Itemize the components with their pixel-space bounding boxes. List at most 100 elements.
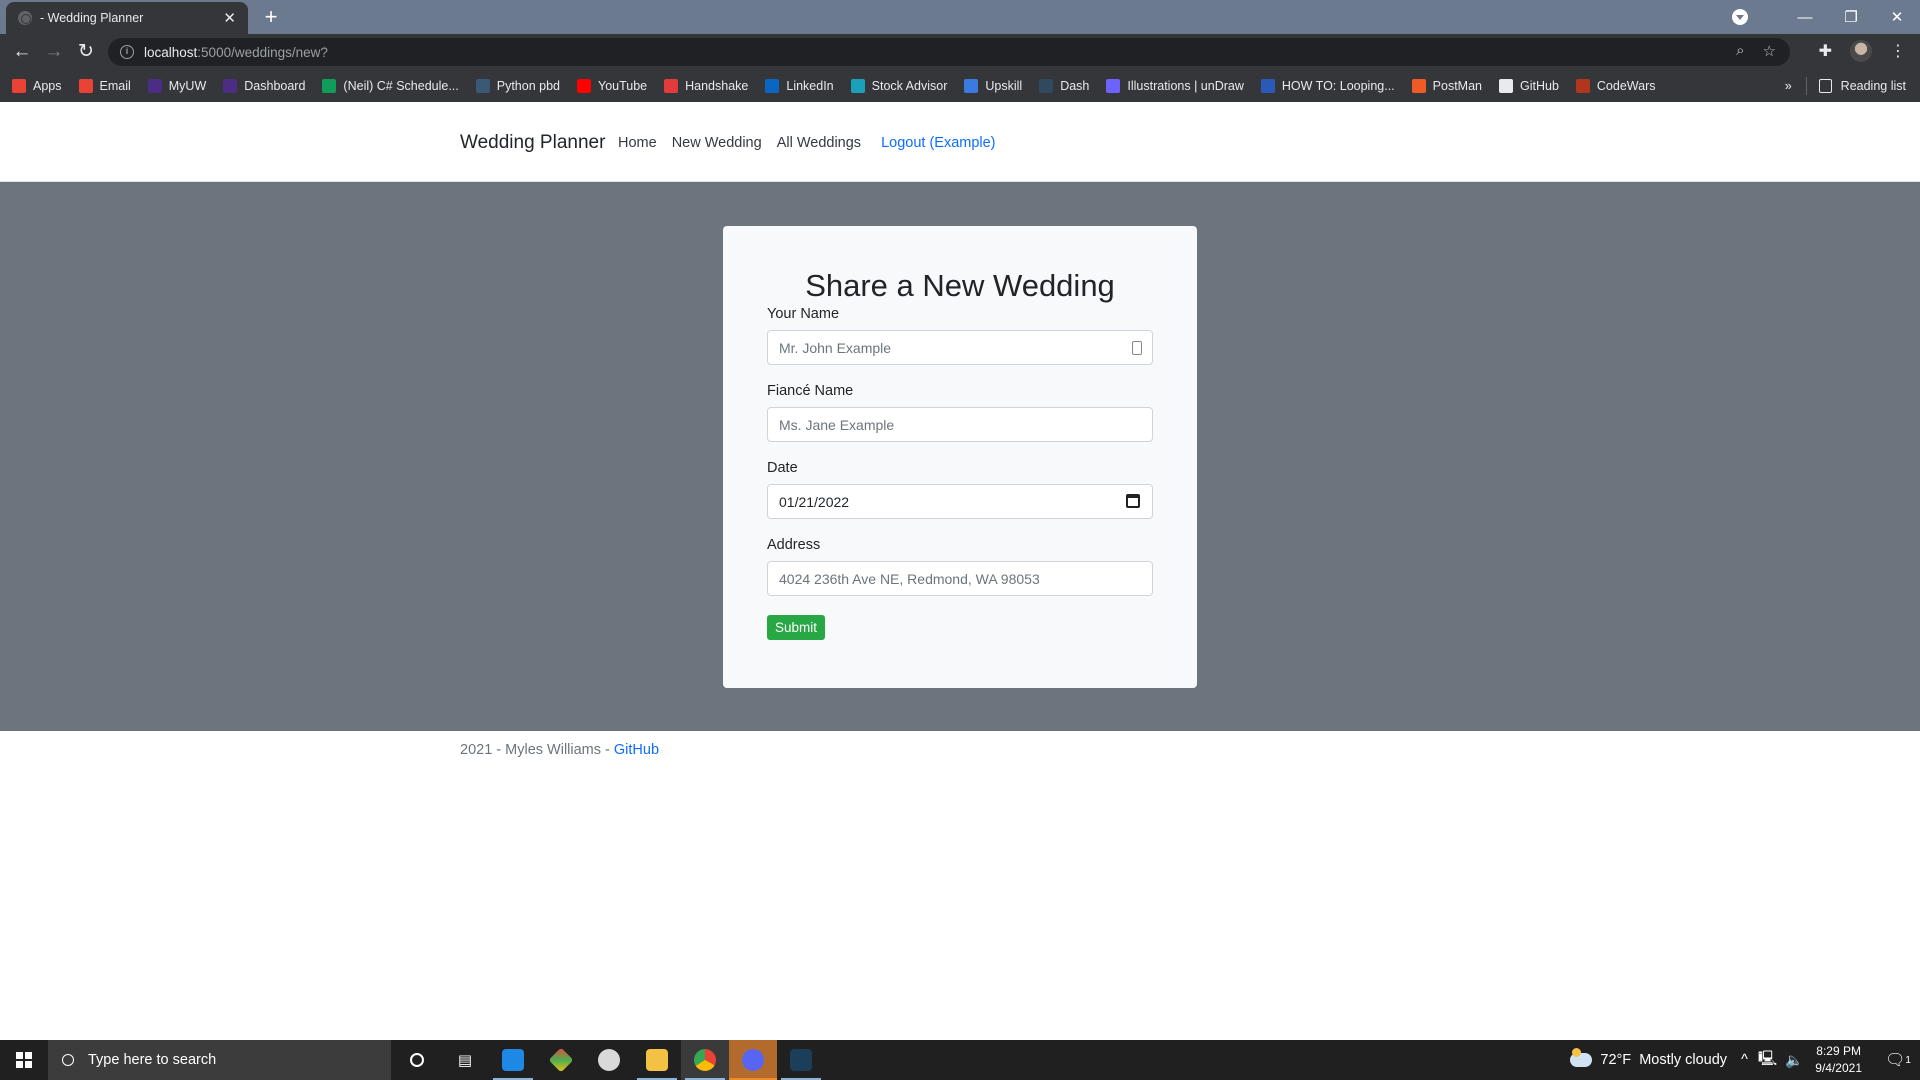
your-name-input[interactable] bbox=[779, 339, 1141, 356]
bookmark-item[interactable]: Stock Advisor bbox=[850, 79, 947, 93]
volume-icon[interactable]: 🔈 bbox=[1785, 1052, 1803, 1069]
extensions-puzzle-icon[interactable]: ✚ bbox=[1819, 41, 1832, 61]
autofill-contact-icon[interactable] bbox=[1132, 341, 1142, 355]
footer-text: 2021 - Myles Williams - bbox=[460, 742, 614, 758]
bookmark-item[interactable]: MyUW bbox=[147, 79, 206, 93]
bookmark-label: Email bbox=[99, 79, 131, 93]
bookmark-item[interactable]: Python pbd bbox=[475, 79, 560, 93]
bookmarks-bar: Apps Email MyUW Dashboard (Neil) C# Schedule… bbox=[0, 70, 1920, 102]
footer-github-link[interactable]: GitHub bbox=[614, 742, 659, 758]
bookmark-label: GitHub bbox=[1520, 79, 1559, 93]
gmail-icon bbox=[78, 79, 93, 93]
python-icon bbox=[475, 79, 490, 93]
youtube-icon bbox=[577, 79, 591, 93]
taskbar-search[interactable]: Type here to search bbox=[48, 1040, 391, 1080]
network-icon[interactable]: 🖳 bbox=[1758, 1048, 1777, 1073]
form-title: Share a New Wedding bbox=[805, 268, 1115, 303]
bookmark-label: Dashboard bbox=[244, 79, 306, 93]
bookmark-item[interactable]: CodeWars bbox=[1575, 79, 1656, 93]
bookmark-item[interactable]: Upskill bbox=[964, 79, 1022, 93]
clock[interactable]: 8:29 PM 9/4/2021 bbox=[1815, 1043, 1862, 1077]
taskbar-snip[interactable] bbox=[585, 1040, 633, 1080]
zoom-icon[interactable]: ⌕ bbox=[1736, 42, 1744, 60]
system-tray: 72°F Mostly cloudy ^ 🖳 🔈 8:29 PM 9/4/202… bbox=[1570, 1040, 1920, 1080]
bookmark-item[interactable]: Handshake bbox=[664, 79, 748, 93]
calendar-icon[interactable] bbox=[1126, 494, 1140, 508]
nav-home[interactable]: Home bbox=[618, 135, 657, 151]
discord-icon bbox=[742, 1049, 764, 1071]
windows-logo-icon bbox=[16, 1052, 32, 1068]
reload-icon[interactable]: ↻ bbox=[74, 40, 98, 64]
more-bookmarks-chevron[interactable]: » bbox=[1785, 79, 1792, 93]
date-input-wrapper bbox=[767, 484, 1153, 519]
taskbar-vscode[interactable] bbox=[489, 1040, 537, 1080]
nav-new-wedding[interactable]: New Wedding bbox=[672, 135, 762, 151]
minimize-button[interactable]: — bbox=[1782, 9, 1828, 26]
profile-dropdown-icon[interactable] bbox=[1732, 9, 1748, 25]
vscode-icon bbox=[502, 1049, 524, 1071]
site-navbar: Wedding Planner Home New Wedding All Wed… bbox=[0, 102, 1920, 182]
action-center-button[interactable]: 🗨 1 bbox=[1876, 1040, 1920, 1080]
bookmark-item[interactable]: LinkedIn bbox=[765, 79, 834, 93]
profile-avatar[interactable] bbox=[1850, 40, 1872, 62]
forward-arrow-icon[interactable]: → bbox=[42, 40, 66, 64]
bookmark-label: LinkedIn bbox=[786, 79, 834, 93]
bookmark-item[interactable]: (Neil) C# Schedule... bbox=[322, 79, 459, 93]
taskbar-file-explorer[interactable] bbox=[633, 1040, 681, 1080]
bookmark-item[interactable]: YouTube bbox=[577, 79, 647, 93]
mysql-workbench-icon bbox=[790, 1049, 812, 1071]
tab-close-icon[interactable]: ✕ bbox=[223, 9, 236, 27]
bookmark-item[interactable]: GitHub bbox=[1499, 79, 1559, 93]
dash-icon bbox=[1039, 79, 1054, 93]
bookmark-label: PostMan bbox=[1432, 79, 1482, 93]
fiance-name-input[interactable] bbox=[779, 416, 1141, 433]
chrome-icon bbox=[694, 1049, 716, 1071]
taskbar-git-kraken[interactable] bbox=[537, 1040, 585, 1080]
bookmark-item[interactable]: Dash bbox=[1039, 79, 1089, 93]
git-app-icon bbox=[548, 1047, 574, 1073]
reading-list-icon bbox=[1818, 79, 1832, 93]
brand-link[interactable]: Wedding Planner bbox=[460, 132, 605, 154]
url-path: :5000/weddings/new? bbox=[197, 44, 328, 60]
logout-link[interactable]: Logout (Example) bbox=[881, 135, 995, 151]
taskbar-mysql[interactable] bbox=[777, 1040, 825, 1080]
nav-all-weddings[interactable]: All Weddings bbox=[777, 135, 861, 151]
restore-button[interactable]: ❐ bbox=[1828, 8, 1874, 26]
taskbar-chrome[interactable] bbox=[681, 1040, 729, 1080]
bookmark-item[interactable]: PostMan bbox=[1411, 79, 1482, 93]
linkedin-icon bbox=[765, 79, 780, 93]
address-label: Address bbox=[767, 537, 821, 553]
bookmark-label: Handshake bbox=[685, 79, 749, 93]
bookmark-item[interactable]: Illustrations | unDraw bbox=[1106, 79, 1244, 93]
bookmark-star-icon[interactable]: ☆ bbox=[1763, 42, 1776, 60]
uw-icon bbox=[147, 79, 162, 93]
undraw-icon bbox=[1106, 79, 1121, 93]
close-window-button[interactable]: ✕ bbox=[1874, 8, 1920, 26]
main-section: Share a New Wedding Your Name Fiancé Nam… bbox=[0, 182, 1920, 731]
cortana-button[interactable] bbox=[393, 1040, 441, 1080]
address-bar[interactable]: i localhost:5000/weddings/new? ⌕ ☆ bbox=[108, 38, 1790, 66]
task-view-button[interactable]: ▤ bbox=[441, 1040, 489, 1080]
new-tab-button[interactable]: + bbox=[258, 4, 284, 30]
tray-chevron-up-icon[interactable]: ^ bbox=[1741, 1052, 1748, 1068]
bookmark-item[interactable]: Email bbox=[78, 79, 131, 93]
search-icon bbox=[62, 1054, 74, 1066]
bookmark-item[interactable]: Dashboard bbox=[223, 79, 305, 93]
date-input[interactable] bbox=[779, 493, 1141, 510]
weather-text[interactable]: 72°F Mostly cloudy bbox=[1600, 1052, 1727, 1068]
site-info-icon[interactable]: i bbox=[120, 45, 134, 59]
back-arrow-icon[interactable]: ← bbox=[10, 40, 34, 64]
bookmark-label: Dash bbox=[1060, 79, 1090, 93]
submit-button[interactable]: Submit bbox=[767, 615, 826, 640]
upskill-icon bbox=[964, 79, 979, 93]
address-group: Address bbox=[767, 537, 1153, 596]
bookmark-item[interactable]: Apps bbox=[12, 79, 62, 93]
menu-kebab-icon[interactable]: ⋮ bbox=[1890, 41, 1906, 61]
taskbar-discord[interactable] bbox=[729, 1040, 777, 1080]
browser-tab-active[interactable]: - Wedding Planner ✕ bbox=[6, 2, 248, 34]
reading-list-button[interactable]: Reading list bbox=[1841, 79, 1906, 93]
bookmark-item[interactable]: HOW TO: Looping... bbox=[1260, 79, 1395, 93]
address-input[interactable] bbox=[779, 570, 1141, 587]
start-button[interactable] bbox=[0, 1040, 48, 1080]
apps-grid-icon bbox=[12, 79, 26, 93]
